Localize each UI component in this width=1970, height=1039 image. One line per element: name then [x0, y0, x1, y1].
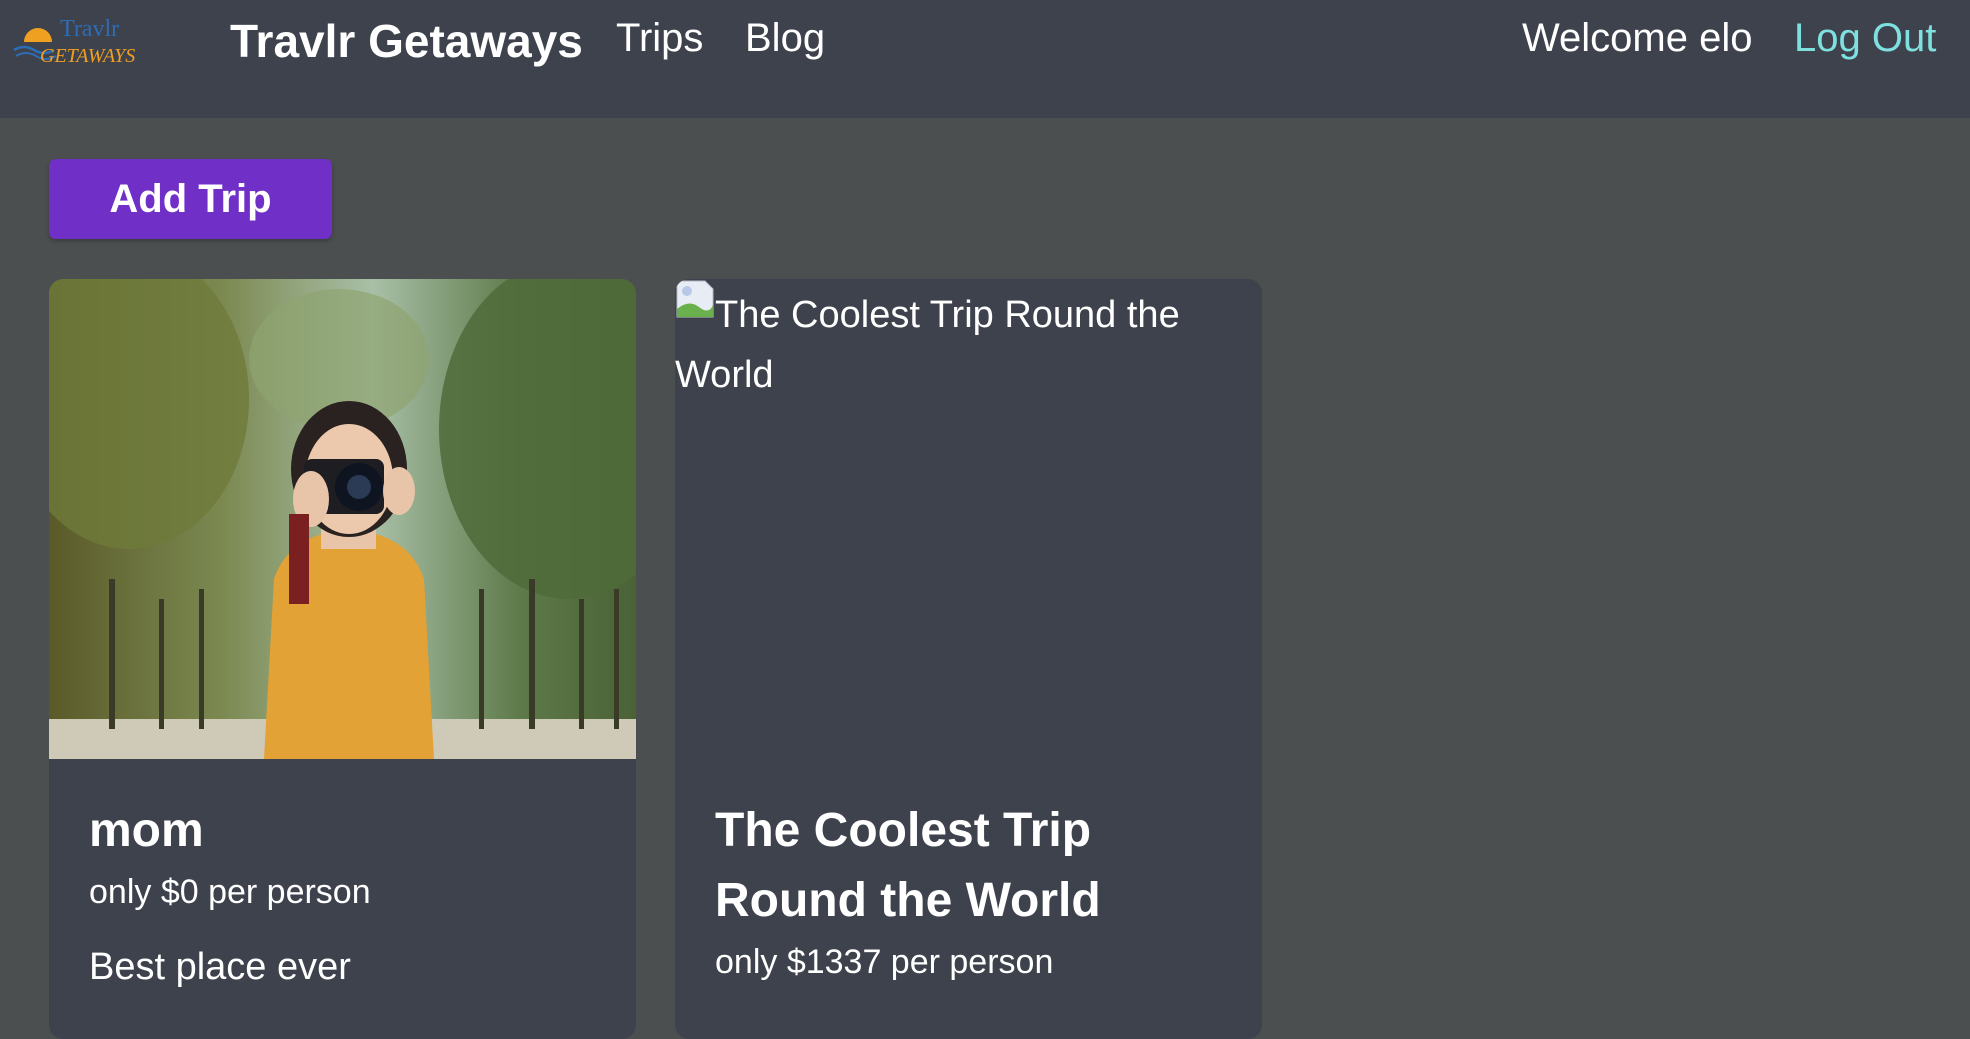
- trip-title: mom: [89, 804, 204, 857]
- trip-title: The Coolest Trip Round the World: [715, 804, 1101, 927]
- trip-description: Best place ever: [89, 946, 351, 988]
- nav-link-trips[interactable]: Trips: [616, 16, 703, 61]
- navbar: Travlr GETAWAYS Travlr Getaways Trips Bl…: [0, 0, 1970, 118]
- welcome-message: Welcome elo: [1522, 16, 1753, 60]
- logout-link[interactable]: Log Out: [1794, 16, 1936, 61]
- nav-link-blog[interactable]: Blog: [745, 16, 825, 61]
- svg-text:Travlr: Travlr: [60, 16, 119, 42]
- trip-card[interactable]: The Coolest Trip Round the World The Coo…: [675, 279, 1262, 1039]
- trip-photo: [49, 279, 636, 759]
- trip-price: only $0 per person: [89, 873, 371, 911]
- trip-photo: The Coolest Trip Round the World: [675, 279, 1262, 759]
- add-trip-button[interactable]: Add Trip: [49, 159, 332, 239]
- travlr-logo[interactable]: Travlr GETAWAYS: [10, 10, 155, 70]
- trip-price: only $1337 per person: [715, 943, 1054, 981]
- image-alt-text: The Coolest Trip Round the World: [675, 294, 1180, 396]
- trip-card[interactable]: mom only $0 per person Best place ever: [49, 279, 636, 1039]
- brand-title[interactable]: Travlr Getaways: [230, 14, 583, 68]
- svg-text:GETAWAYS: GETAWAYS: [40, 45, 135, 67]
